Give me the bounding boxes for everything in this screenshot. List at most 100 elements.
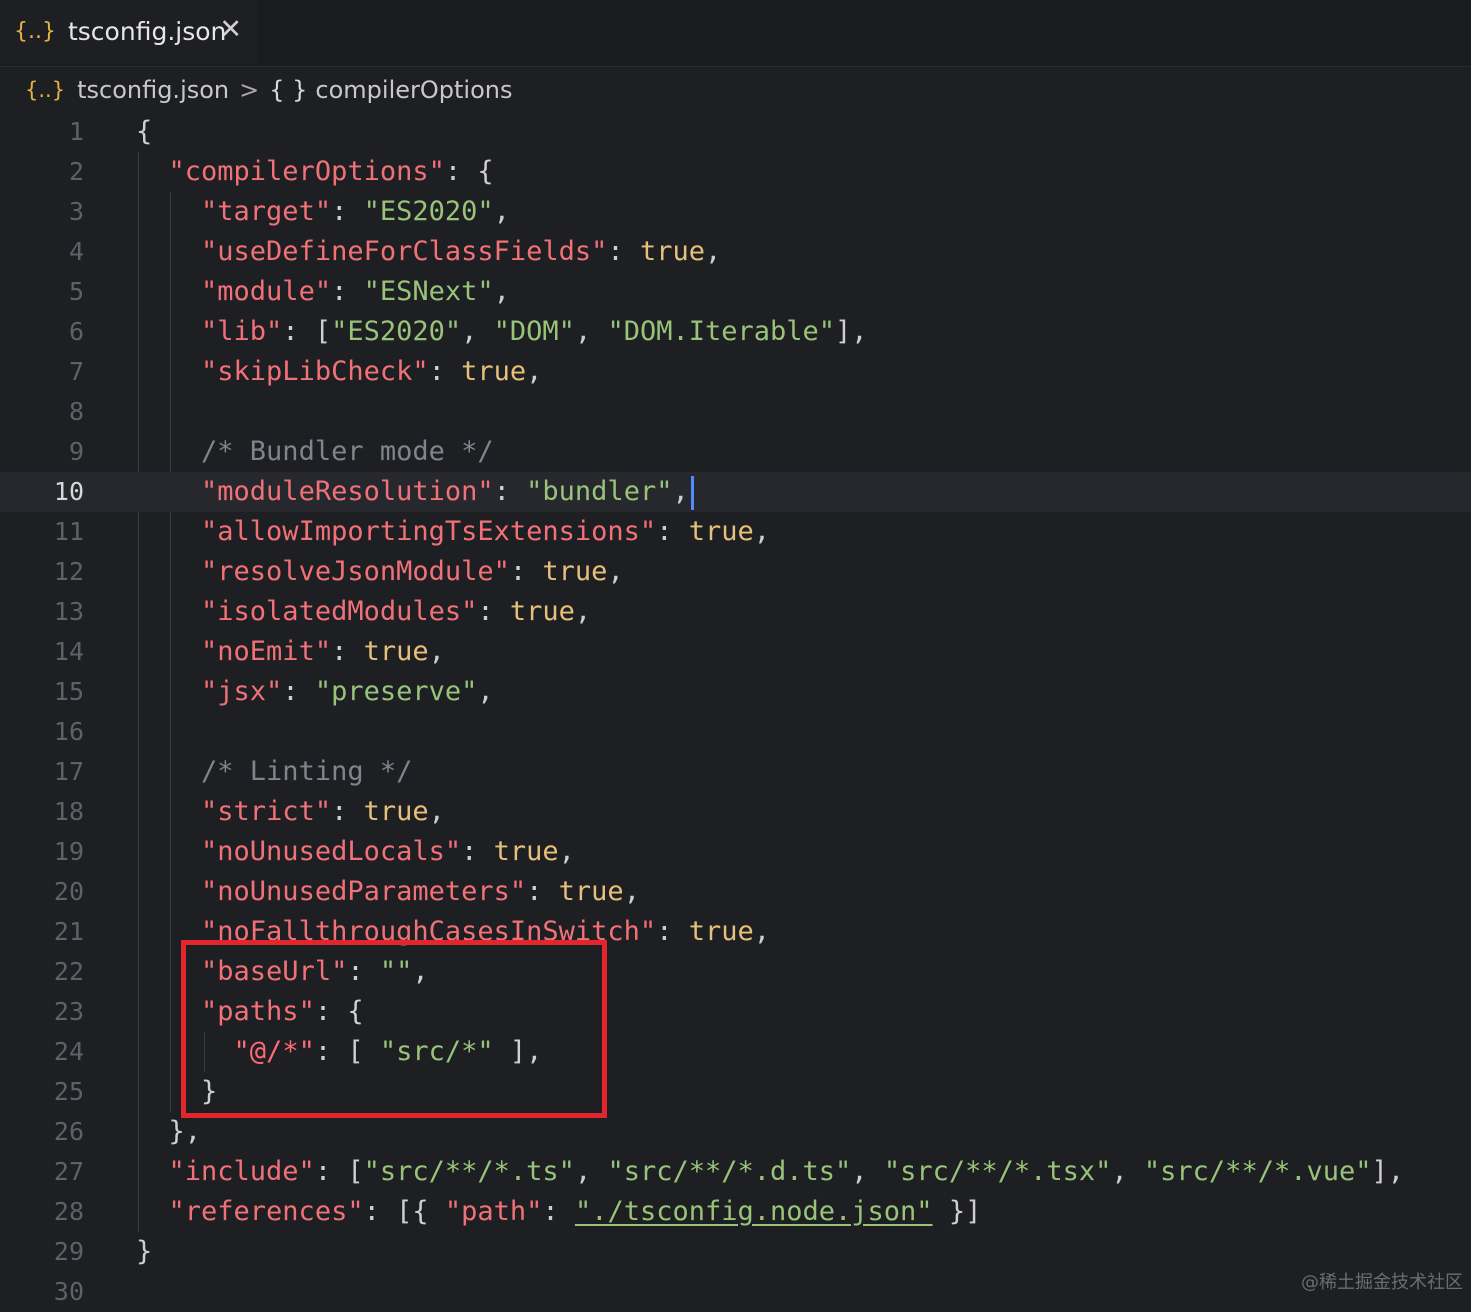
- line-number: 17: [53, 757, 84, 786]
- json-file-icon: {..}: [25, 78, 66, 102]
- code-line[interactable]: 27 "include": ["src/**/*.ts", "src/**/*.…: [0, 1152, 1471, 1192]
- breadcrumb: {..} tsconfig.json > { } compilerOptions: [25, 70, 512, 110]
- code-token: ,: [672, 476, 689, 507]
- code-token: ,: [704, 236, 722, 267]
- code-line[interactable]: 29}: [0, 1232, 1471, 1272]
- code-line[interactable]: 20 "noUnusedParameters": true,: [0, 872, 1471, 912]
- breadcrumb-symbol[interactable]: compilerOptions: [315, 76, 512, 104]
- code-token: "references": [168, 1196, 364, 1227]
- code-token: :: [477, 596, 510, 627]
- code-token: "src/**/*.tsx": [883, 1156, 1112, 1187]
- line-number: 15: [53, 677, 84, 706]
- code-text: "target": "ES2020",: [136, 192, 510, 232]
- code-text: "allowImportingTsExtensions": true,: [136, 512, 770, 552]
- code-text: {: [136, 112, 152, 152]
- code-token: ,: [493, 276, 510, 307]
- code-line[interactable]: 26 },: [0, 1112, 1471, 1152]
- code-line[interactable]: 19 "noUnusedLocals": true,: [0, 832, 1471, 872]
- code-text: "noEmit": true,: [136, 632, 445, 672]
- line-number: 11: [53, 517, 84, 546]
- code-text: "include": ["src/**/*.ts", "src/**/*.d.t…: [136, 1152, 1404, 1192]
- line-number: 13: [53, 597, 84, 626]
- code-token: :: [461, 836, 494, 867]
- code-token: "DOM.Iterable": [607, 316, 836, 347]
- code-editor[interactable]: 1{2 "compilerOptions": {3 "target": "ES2…: [0, 112, 1471, 1306]
- breadcrumb-file[interactable]: tsconfig.json: [77, 76, 229, 104]
- code-line[interactable]: 9 /* Bundler mode */: [0, 432, 1471, 472]
- line-number: 2: [68, 157, 84, 186]
- code-line[interactable]: 4 "useDefineForClassFields": true,: [0, 232, 1471, 272]
- code-line[interactable]: 8: [0, 392, 1471, 432]
- code-token: "noUnusedParameters": [201, 876, 527, 907]
- line-number: 22: [53, 957, 84, 986]
- code-text: /* Bundler mode */: [136, 432, 494, 472]
- tab-label: tsconfig.json: [67, 16, 227, 46]
- code-text: "isolatedModules": true,: [136, 592, 591, 632]
- code-token: true: [509, 596, 575, 627]
- watermark: @稀土掘金技术社区: [1301, 1272, 1463, 1293]
- line-number: 30: [53, 1277, 84, 1306]
- code-line[interactable]: 10 "moduleResolution": "bundler",: [0, 472, 1471, 512]
- code-token: true: [363, 636, 429, 667]
- code-token: ,: [623, 876, 640, 907]
- code-line[interactable]: 7 "skipLibCheck": true,: [0, 352, 1471, 392]
- code-token: "src/**/*.vue": [1143, 1156, 1372, 1187]
- code-token: "bundler": [526, 476, 673, 507]
- code-line[interactable]: 17 /* Linting */: [0, 752, 1471, 792]
- code-line[interactable]: 16: [0, 712, 1471, 752]
- line-number: 28: [53, 1197, 84, 1226]
- code-text: "resolveJsonModule": true,: [136, 552, 624, 592]
- code-token: true: [558, 876, 624, 907]
- code-token: true: [493, 836, 559, 867]
- code-line[interactable]: 3 "target": "ES2020",: [0, 192, 1471, 232]
- code-token: : {: [444, 156, 494, 187]
- code-token: :: [331, 636, 364, 667]
- code-line[interactable]: 2 "compilerOptions": {: [0, 152, 1471, 192]
- line-number: 25: [53, 1077, 84, 1106]
- line-number: 18: [53, 797, 84, 826]
- code-line[interactable]: 12 "resolveJsonModule": true,: [0, 552, 1471, 592]
- code-token: true: [542, 556, 608, 587]
- close-icon[interactable]: ✕: [219, 16, 242, 43]
- code-token: /* Linting */: [201, 756, 413, 787]
- code-line[interactable]: 18 "strict": true,: [0, 792, 1471, 832]
- code-token: /* Bundler mode */: [201, 436, 494, 467]
- line-number: 14: [53, 637, 84, 666]
- code-token: :: [331, 196, 364, 227]
- code-line[interactable]: 11 "allowImportingTsExtensions": true,: [0, 512, 1471, 552]
- code-line[interactable]: 30: [0, 1272, 1471, 1312]
- code-line[interactable]: 6 "lib": ["ES2020", "DOM", "DOM.Iterable…: [0, 312, 1471, 352]
- code-token: :: [509, 556, 543, 587]
- code-line[interactable]: 1{: [0, 112, 1471, 152]
- code-token: ,: [607, 556, 624, 587]
- tab-tsconfig[interactable]: {..} tsconfig.json ✕: [0, 0, 258, 64]
- code-token: "src/**/*.d.ts": [607, 1156, 852, 1187]
- code-text: }: [136, 1232, 152, 1272]
- code-token: "moduleResolution": [201, 476, 494, 507]
- code-token: "strict": [201, 796, 332, 827]
- code-line[interactable]: 13 "isolatedModules": true,: [0, 592, 1471, 632]
- code-token: ],: [835, 316, 868, 347]
- line-number: 24: [53, 1037, 84, 1066]
- code-token: "ESNext": [363, 276, 494, 307]
- code-line[interactable]: 28 "references": [{ "path": "./tsconfig.…: [0, 1192, 1471, 1232]
- code-token: ,: [493, 196, 510, 227]
- code-text: "compilerOptions": {: [136, 152, 494, 192]
- line-number: 3: [68, 197, 84, 226]
- code-line[interactable]: 14 "noEmit": true,: [0, 632, 1471, 672]
- line-number: 16: [53, 717, 84, 746]
- code-token: {: [136, 116, 153, 147]
- code-text: "useDefineForClassFields": true,: [136, 232, 721, 272]
- code-line[interactable]: 15 "jsx": "preserve",: [0, 672, 1471, 712]
- code-line[interactable]: 5 "module": "ESNext",: [0, 272, 1471, 312]
- line-number: 20: [53, 877, 84, 906]
- code-text: "moduleResolution": "bundler",: [136, 472, 694, 512]
- code-token: :: [331, 276, 364, 307]
